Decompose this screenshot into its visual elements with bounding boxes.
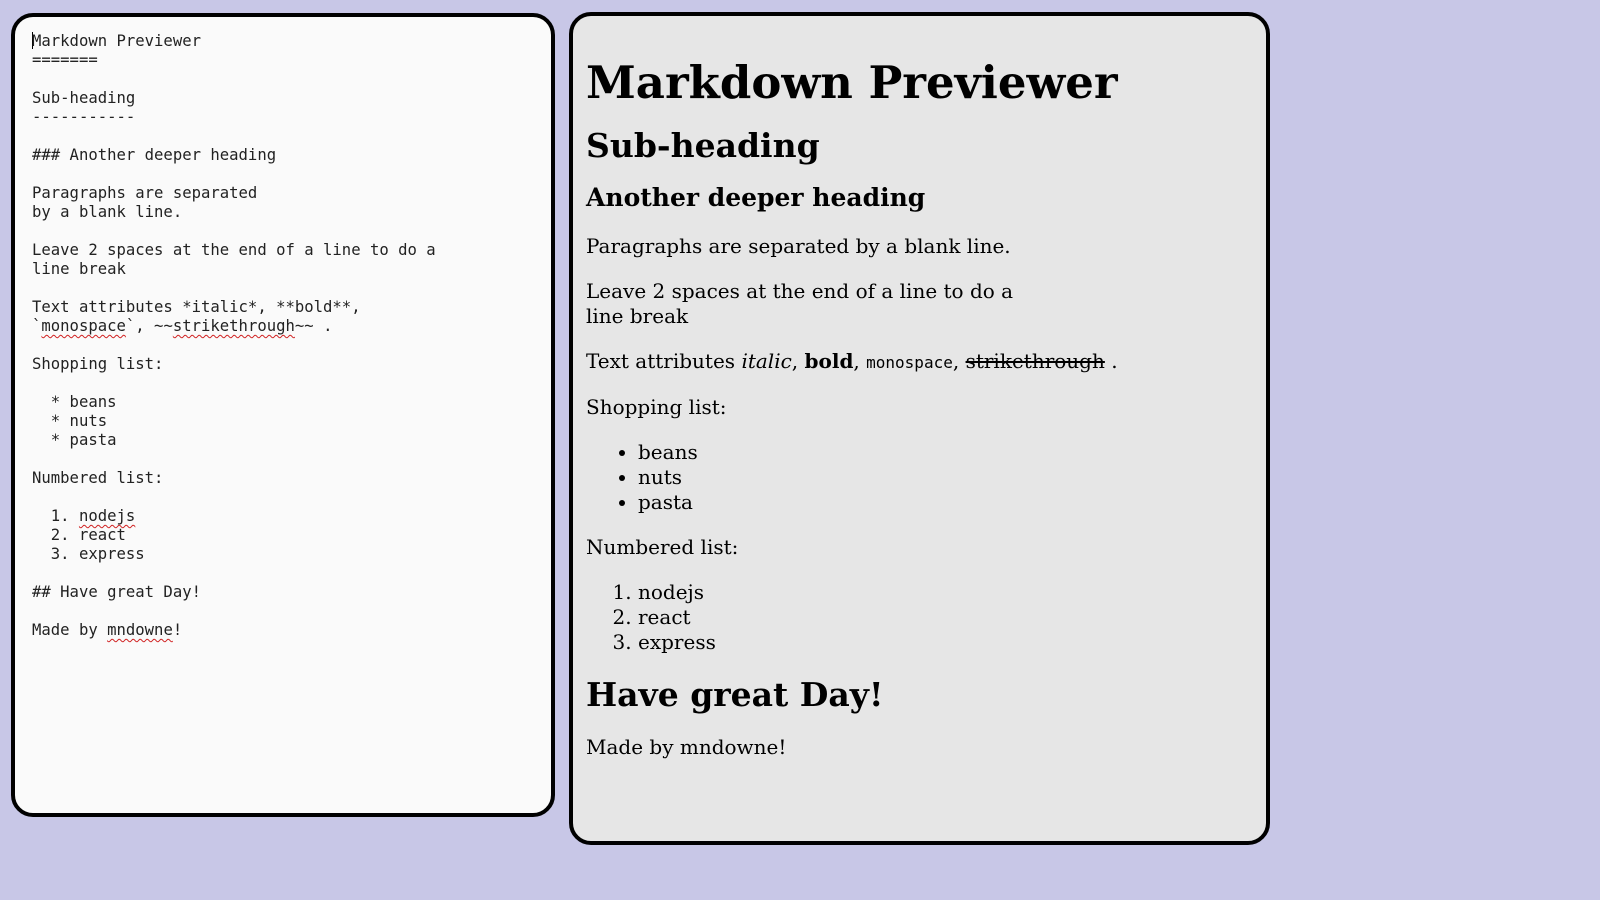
preview-content: Markdown Previewer Sub-heading Another d… (573, 57, 1266, 760)
editor-line: Shopping list: (32, 355, 551, 374)
editor-text-segment: Sub-heading (32, 89, 136, 107)
editor-text-segment: ! (172, 621, 183, 639)
editor-text-segment: 1. (32, 507, 79, 525)
editor-line: by a blank line. (32, 203, 551, 222)
editor-line: Paragraphs are separated (32, 184, 551, 203)
numbered-list: nodejs react express (586, 580, 1266, 655)
list-item: react (638, 605, 1266, 630)
editor-line: Text attributes *italic*, **bold**, (32, 298, 551, 317)
editor-line: Markdown Previewer (32, 32, 551, 51)
editor-line: Made by mndowne! (32, 621, 551, 640)
editor-line: 3. express (32, 545, 551, 564)
editor-text-segment: ## Have great Day! (32, 583, 201, 601)
attributes-suffix: . (1104, 349, 1118, 373)
markdown-previewer-app: Markdown Previewer ======= Sub-heading ----… (0, 0, 1600, 900)
shopping-list: beans nuts pasta (586, 440, 1266, 515)
list-item: beans (638, 440, 1266, 465)
shopping-list-label: Shopping list: (586, 395, 727, 419)
strikethrough-text: strikethrough (965, 349, 1105, 373)
editor-content[interactable]: Markdown Previewer ======= Sub-heading ----… (15, 17, 551, 640)
preview-paragraph: Paragraphs are separated by a blank line… (586, 234, 1011, 258)
editor-text-segment: line break (32, 260, 126, 278)
italic-text: italic (741, 349, 792, 373)
editor-text-segment: ### Another deeper heading (32, 146, 277, 164)
attributes-prefix: Text attributes (586, 349, 742, 373)
bold-text: bold (804, 349, 854, 373)
list-item: nodejs (638, 580, 1266, 605)
editor-line: 2. react (32, 526, 551, 545)
preview-heading-3: Another deeper heading (586, 183, 926, 212)
editor-text-segment: by a blank line. (32, 203, 183, 221)
preview-attributes-paragraph: Text attributes italic, bold, monospace,… (586, 349, 1266, 375)
editor-text-segment: Numbered list: (32, 469, 164, 487)
numbered-list-label: Numbered list: (586, 535, 739, 559)
editor-line: * pasta (32, 431, 551, 450)
list-item: express (638, 630, 1266, 655)
editor-text-segment: ` (32, 317, 42, 335)
linebreak-line-1: Leave 2 spaces at the end of a line to d… (586, 279, 1014, 303)
editor-line: line break (32, 260, 551, 279)
preview-heading-2: Sub-heading (586, 126, 820, 165)
spellcheck-word: mndowne (107, 621, 173, 639)
preview-linebreak-paragraph: Leave 2 spaces at the end of a line to d… (586, 279, 1266, 329)
editor-text-segment: Made by (32, 621, 108, 639)
preview-heading-1: Markdown Previewer (586, 56, 1118, 109)
editor-text-segment: `, ~~ (125, 317, 173, 335)
attributes-separator: , (791, 349, 805, 373)
linebreak-line-2: line break (586, 304, 689, 328)
editor-line: ======= (32, 51, 551, 70)
monospace-text: monospace (866, 353, 953, 372)
list-item: nuts (638, 465, 1266, 490)
editor-text-segment: Markdown Previewer (32, 32, 201, 50)
editor-line: ## Have great Day! (32, 583, 551, 602)
preview-closing-heading: Have great Day! (586, 675, 884, 714)
editor-text-segment: * beans (32, 393, 117, 411)
editor-text-segment: ~~ . (294, 317, 333, 335)
editor-line: Numbered list: (32, 469, 551, 488)
editor-line: Leave 2 spaces at the end of a line to d… (32, 241, 551, 260)
editor-text-segment: * nuts (32, 412, 108, 430)
editor-text-segment: Text attributes *italic*, **bold**, (32, 298, 361, 316)
editor-text-segment: ======= (32, 51, 98, 69)
editor-line: * nuts (32, 412, 551, 431)
editor-line: ----------- (32, 108, 551, 127)
spellcheck-word: nodejs (78, 507, 136, 525)
spellcheck-word: strikethrough (172, 317, 295, 335)
editor-text-segment: ----------- (32, 108, 136, 126)
editor-line: ### Another deeper heading (32, 146, 551, 165)
editor-text-segment: 3. express (32, 545, 145, 563)
editor-text-segment: Shopping list: (32, 355, 164, 373)
editor-textarea[interactable]: Markdown Previewer ======= Sub-heading ----… (11, 13, 555, 817)
editor-line: 1. nodejs (32, 507, 551, 526)
preview-panel: Markdown Previewer Sub-heading Another d… (569, 12, 1270, 845)
editor-line: * beans (32, 393, 551, 412)
attributes-separator: , (952, 349, 966, 373)
editor-line: Sub-heading (32, 89, 551, 108)
editor-text-segment: Paragraphs are separated (32, 184, 258, 202)
editor-line: `monospace`, ~~strikethrough~~ . (32, 317, 551, 336)
editor-text-segment: 2. react (32, 526, 126, 544)
attributes-separator: , (853, 349, 867, 373)
editor-text-segment: * pasta (32, 431, 117, 449)
list-item: pasta (638, 490, 1266, 515)
preview-made-by: Made by mndowne! (586, 735, 787, 759)
spellcheck-word: monospace (41, 317, 126, 335)
editor-text-segment: Leave 2 spaces at the end of a line to d… (32, 241, 436, 259)
